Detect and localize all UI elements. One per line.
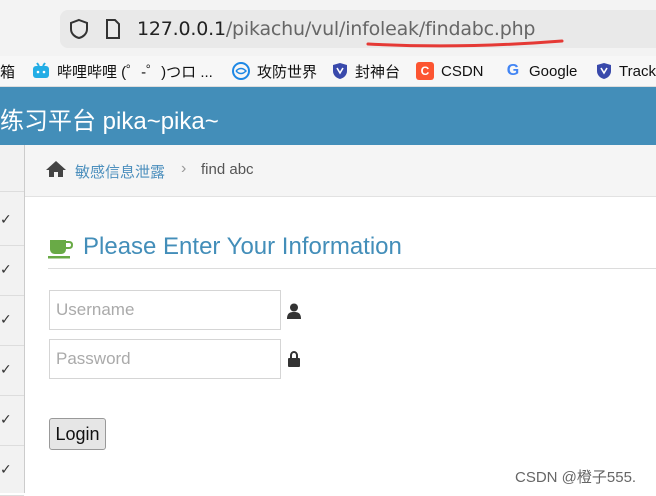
globe-icon [232, 62, 250, 80]
sidebar-item[interactable]: ✓ [0, 395, 24, 446]
bookmark-label: Track [619, 62, 656, 80]
check-icon: ✓ [0, 461, 12, 477]
sidebar: ✓ ✓ ✓ ✓ ✓ ✓ [0, 145, 25, 496]
username-input[interactable] [49, 290, 281, 330]
bookmark-csdn[interactable]: C CSDN [416, 60, 484, 82]
bookmark-bilibili[interactable]: 哔哩哔哩 (゜-゜)つロ ... [32, 60, 213, 82]
google-icon: G [506, 62, 520, 79]
title-divider [48, 268, 656, 269]
coffee-cup-icon [48, 240, 74, 259]
check-icon: ✓ [0, 211, 12, 227]
sidebar-item[interactable]: ✓ [0, 445, 24, 496]
bookmark-label: 箱 [0, 63, 16, 81]
sidebar-item[interactable]: ✓ [0, 195, 24, 246]
watermark-text: CSDN @橙子555. [515, 469, 637, 486]
brand-title[interactable]: 练习平台 pika~pika~ [0, 101, 219, 136]
check-icon: ✓ [0, 311, 12, 327]
lock-icon [288, 351, 300, 367]
sidebar-item[interactable] [0, 145, 24, 192]
breadcrumb: 敏感信息泄露 › find abc [25, 145, 656, 197]
bookmark-label: CSDN [441, 62, 484, 80]
app-header: 练习平台 pika~pika~ [0, 87, 656, 145]
shield-badge-icon [333, 63, 347, 79]
red-underline-annotation [366, 39, 564, 48]
user-icon [287, 303, 301, 319]
bookmark-label: 封神台 [355, 63, 401, 81]
bookmarks-bar: 箱 哔哩哔哩 (゜-゜)つロ ... 攻防世界 封神台 C CSDN G Goo… [0, 56, 656, 87]
bookmark-label: 哔哩哔哩 (゜-゜)つロ ... [57, 63, 213, 81]
sidebar-item[interactable]: ✓ [0, 295, 24, 346]
breadcrumb-current: find abc [201, 161, 254, 178]
bookmark-track[interactable]: Track [596, 60, 656, 82]
bookmark-folder[interactable]: 箱 [0, 60, 15, 82]
sidebar-item[interactable]: ✓ [0, 345, 24, 396]
bookmark-google[interactable]: G Google [504, 60, 578, 82]
breadcrumb-section-link[interactable]: 敏感信息泄露 [75, 161, 165, 182]
bookmark-label: Google [529, 62, 578, 80]
check-icon: ✓ [0, 361, 12, 377]
login-button[interactable]: Login [49, 418, 106, 450]
breadcrumb-separator: › [181, 160, 187, 177]
shield-badge-icon [597, 63, 611, 79]
bilibili-icon [33, 62, 49, 78]
form-title: Please Enter Your Information [83, 233, 402, 260]
bookmark-adworld[interactable]: 攻防世界 [232, 60, 317, 82]
browser-toolbar: 127.0.0.1/pikachu/vul/infoleak/findabc.p… [0, 0, 656, 56]
password-input[interactable] [49, 339, 281, 379]
bookmark-label: 攻防世界 [257, 63, 318, 81]
sidebar-item[interactable]: ✓ [0, 245, 24, 296]
check-icon: ✓ [0, 411, 12, 427]
csdn-icon: C [416, 62, 434, 80]
home-icon[interactable] [45, 160, 67, 178]
check-icon: ✓ [0, 261, 12, 277]
bookmark-fengshentai[interactable]: 封神台 [332, 60, 400, 82]
